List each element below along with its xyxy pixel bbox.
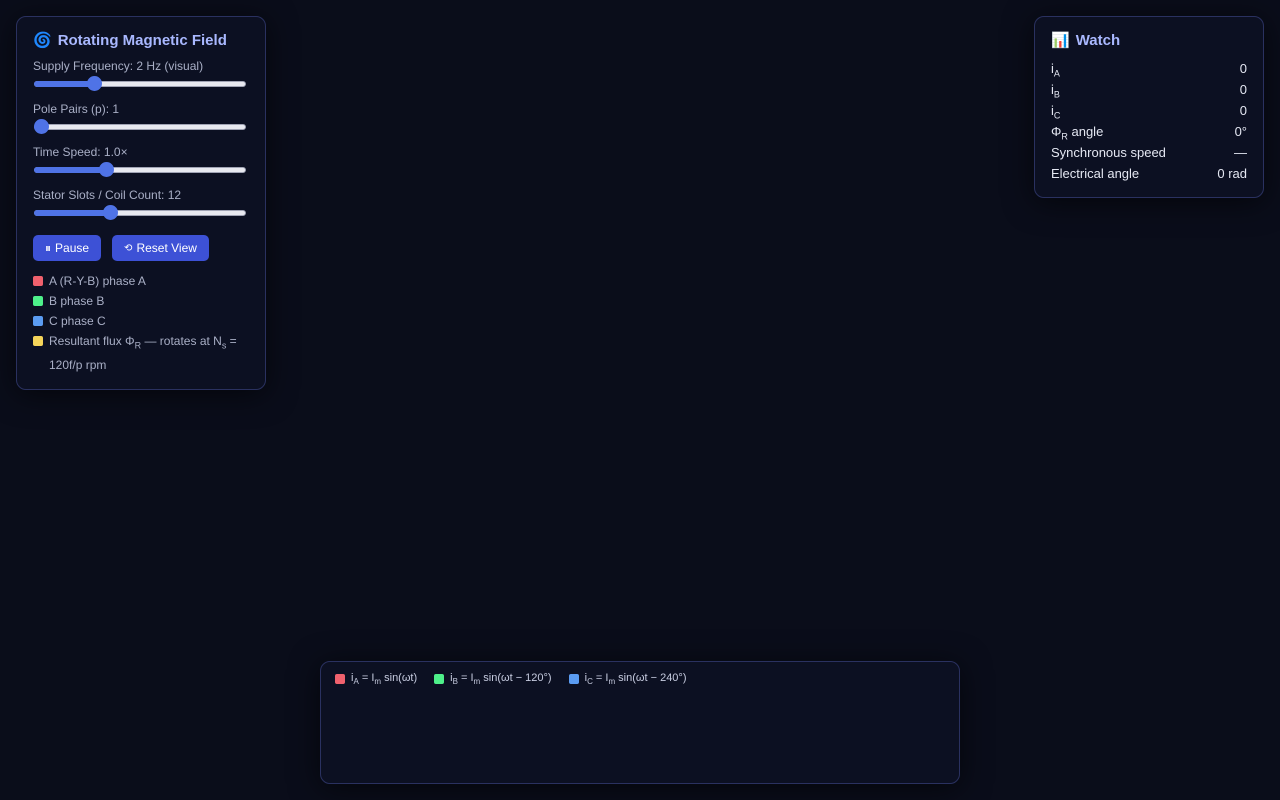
watch-row-ic: iC 0: [1051, 101, 1247, 121]
legend-item-phase-b: B phase B: [33, 291, 249, 311]
reset-icon: ⟲: [124, 242, 133, 254]
watch-value: 0: [1239, 82, 1247, 97]
pole-pairs-slider[interactable]: [33, 119, 247, 135]
ib-swatch: [434, 674, 445, 685]
pole-pairs-control: Pole Pairs (p): 1: [33, 102, 249, 135]
watch-value: —: [1234, 145, 1247, 160]
resultant-flux-swatch: [33, 336, 43, 346]
watch-label: Synchronous speed: [1051, 145, 1166, 160]
stator-slots-label: Stator Slots / Coil Count: 12: [33, 188, 182, 202]
pause-button-label: Pause: [55, 241, 90, 255]
pause-icon: ⏸: [45, 240, 52, 255]
phase-b-swatch: [33, 296, 43, 306]
watch-panel: 📊 Watch iA 0 iB 0 iC 0 ΦR angle 0° Synch…: [1034, 16, 1264, 198]
phase-a-swatch: [33, 276, 43, 286]
stator-slots-control: Stator Slots / Coil Count: 12: [33, 188, 249, 221]
ia-swatch: [335, 674, 345, 685]
spiral-icon: 🌀: [33, 32, 52, 49]
pause-button[interactable]: ⏸ Pause: [33, 235, 102, 261]
watch-value: 0°: [1234, 124, 1247, 139]
supply-frequency-label: Supply Frequency: 2 Hz (visual): [33, 59, 204, 73]
supply-frequency-control: Supply Frequency: 2 Hz (visual): [33, 59, 249, 92]
watch-label: ΦR angle: [1051, 124, 1104, 142]
reset-view-button[interactable]: ⟲ Reset View: [112, 235, 209, 261]
watch-row-ia: iA 0: [1051, 59, 1247, 79]
control-panel-title: 🌀 Rotating Magnetic Field: [33, 31, 249, 50]
watch-row-synchronous-speed: Synchronous speed —: [1051, 143, 1247, 163]
slider-thumb[interactable]: [99, 162, 115, 177]
watch-label: iA: [1051, 61, 1060, 79]
phase-c-swatch: [33, 316, 43, 326]
watch-value: 0: [1239, 103, 1247, 118]
button-row: ⏸ Pause ⟲ Reset View: [33, 235, 249, 261]
reset-view-button-label: Reset View: [136, 241, 197, 255]
time-speed-slider[interactable]: [33, 162, 247, 178]
watch-row-flux-angle: ΦR angle 0°: [1051, 122, 1247, 142]
watch-value: 0: [1239, 61, 1247, 76]
slider-thumb[interactable]: [87, 76, 103, 91]
watch-panel-title-text: Watch: [1075, 31, 1121, 49]
stator-slots-slider[interactable]: [33, 205, 247, 221]
waveform-legend-ic: iC = Im sin(ωt − 240°): [568, 672, 687, 686]
legend-item-resultant-flux: Resultant flux ΦR — rotates at Ns = 120f…: [33, 331, 249, 375]
watch-label: iB: [1051, 82, 1060, 100]
slider-thumb[interactable]: [34, 119, 49, 134]
legend-item-phase-c: C phase C: [33, 311, 249, 331]
watch-row-ib: iB 0: [1051, 80, 1247, 100]
watch-row-electrical-angle: Electrical angle 0 rad: [1051, 164, 1247, 184]
ic-swatch: [568, 674, 579, 685]
slider-thumb[interactable]: [103, 205, 119, 220]
supply-frequency-slider[interactable]: [33, 76, 247, 92]
control-panel-title-text: Rotating Magnetic Field: [57, 31, 227, 49]
watch-value: 0 rad: [1217, 166, 1247, 181]
pole-pairs-label: Pole Pairs (p): 1: [33, 102, 120, 116]
waveform-legend-ia: iA = Im sin(ωt): [335, 672, 417, 686]
bar-chart-icon: 📊: [1051, 32, 1070, 49]
waveform-legend-ib: iB = Im sin(ωt − 120°): [434, 672, 552, 686]
control-panel: 🌀 Rotating Magnetic Field Supply Frequen…: [16, 16, 266, 390]
legend-item-phase-a: A (R-Y-B) phase A: [33, 271, 249, 291]
watch-label: iC: [1051, 103, 1061, 121]
waveform-panel: iA = Im sin(ωt) iB = Im sin(ωt − 120°) i…: [320, 661, 960, 784]
time-speed-label: Time Speed: 1.0×: [33, 145, 128, 159]
resultant-flux-text: Resultant flux ΦR — rotates at Ns = 120f…: [49, 334, 237, 373]
waveform-legend: iA = Im sin(ωt) iB = Im sin(ωt − 120°) i…: [335, 672, 945, 686]
watch-label: Electrical angle: [1051, 166, 1140, 181]
time-speed-control: Time Speed: 1.0×: [33, 145, 249, 178]
watch-panel-title: 📊 Watch: [1051, 31, 1247, 50]
phase-legend: A (R-Y-B) phase A B phase B C phase C Re…: [33, 271, 249, 375]
watch-rows: iA 0 iB 0 iC 0 ΦR angle 0° Synchronous s…: [1051, 59, 1247, 184]
